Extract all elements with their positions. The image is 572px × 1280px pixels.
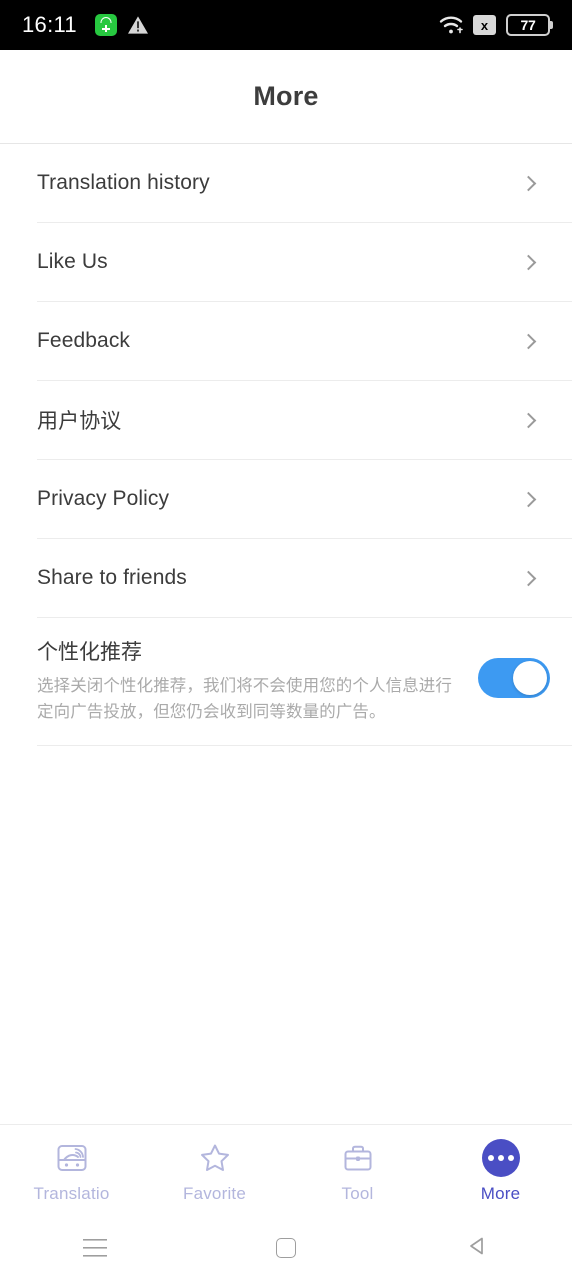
chevron-right-icon — [520, 254, 537, 270]
personalized-toggle[interactable] — [478, 658, 550, 698]
chevron-right-icon — [520, 412, 537, 428]
warning-icon — [127, 15, 149, 35]
phone-screen: 16:11 x 77 More Translation history Like… — [0, 0, 572, 1280]
chevron-right-icon — [520, 491, 537, 507]
ellipsis-circle-icon — [481, 1138, 521, 1178]
page-header: More — [0, 50, 572, 144]
personalized-title: 个性化推荐 — [37, 641, 142, 664]
menu-item-translation-history[interactable]: Translation history — [37, 144, 572, 223]
settings-content: Translation history Like Us Feedback 用户协… — [0, 144, 572, 1124]
no-signal-icon: x — [473, 15, 496, 35]
tab-label: Favorite — [182, 1183, 246, 1203]
tab-favorite[interactable]: Favorite — [143, 1125, 286, 1216]
personalized-recommendation-row: 个性化推荐 选择关闭个性化推荐，我们将不会使用您的个人信息进行定向广告投放，但您… — [37, 618, 572, 747]
chevron-right-icon — [520, 570, 537, 586]
page-title: More — [253, 81, 319, 111]
toggle-knob — [513, 661, 547, 695]
battery-icon: 77 — [506, 14, 550, 36]
status-notification-icons — [94, 14, 149, 36]
chevron-right-icon — [520, 175, 537, 191]
battery-percent-label: 77 — [520, 17, 536, 33]
tab-label: Translatio — [33, 1183, 110, 1203]
status-system-icons: x 77 — [439, 14, 550, 36]
triangle-left-icon — [466, 1235, 488, 1262]
status-clock: 16:11 — [22, 12, 77, 37]
menu-item-privacy-policy[interactable]: Privacy Policy — [37, 460, 572, 539]
tab-tool[interactable]: Tool — [286, 1125, 429, 1216]
tab-label: More — [480, 1183, 521, 1203]
tab-more[interactable]: More — [429, 1125, 572, 1216]
menu-item-like-us[interactable]: Like Us — [37, 223, 572, 302]
menu-item-label: Feedback — [37, 329, 131, 352]
personalized-text-block: 个性化推荐 选择关闭个性化推荐，我们将不会使用您的个人信息进行定向广告投放，但您… — [37, 636, 478, 725]
home-button[interactable] — [191, 1216, 382, 1280]
android-navigation-bar — [0, 1216, 572, 1280]
square-icon — [276, 1238, 296, 1258]
personalized-description: 选择关闭个性化推荐，我们将不会使用您的个人信息进行定向广告投放，但您仍会收到同等… — [37, 677, 452, 721]
menu-item-user-agreement[interactable]: 用户协议 — [37, 381, 572, 460]
tab-label: Tool — [341, 1183, 374, 1203]
notification-app-icon — [94, 14, 117, 36]
recents-button[interactable] — [0, 1216, 191, 1280]
hamburger-icon — [83, 1239, 108, 1257]
tab-translation[interactable]: Translatio — [0, 1125, 143, 1216]
bottom-tab-bar: Translatio Favorite Tool More — [0, 1124, 572, 1216]
back-button[interactable] — [381, 1216, 572, 1280]
settings-list: Translation history Like Us Feedback 用户协… — [0, 144, 572, 747]
menu-item-label: Translation history — [37, 171, 210, 194]
star-icon — [195, 1138, 235, 1178]
menu-item-label: Like Us — [37, 250, 108, 273]
status-bar: 16:11 x 77 — [0, 0, 572, 50]
menu-item-label: Privacy Policy — [37, 487, 170, 510]
translate-card-icon — [52, 1138, 92, 1178]
menu-item-share-to-friends[interactable]: Share to friends — [37, 539, 572, 618]
menu-item-label: Share to friends — [37, 566, 187, 589]
briefcase-icon — [338, 1138, 378, 1178]
wifi-icon — [439, 15, 463, 35]
menu-item-label: 用户协议 — [37, 410, 122, 433]
menu-item-feedback[interactable]: Feedback — [37, 302, 572, 381]
chevron-right-icon — [520, 333, 537, 349]
